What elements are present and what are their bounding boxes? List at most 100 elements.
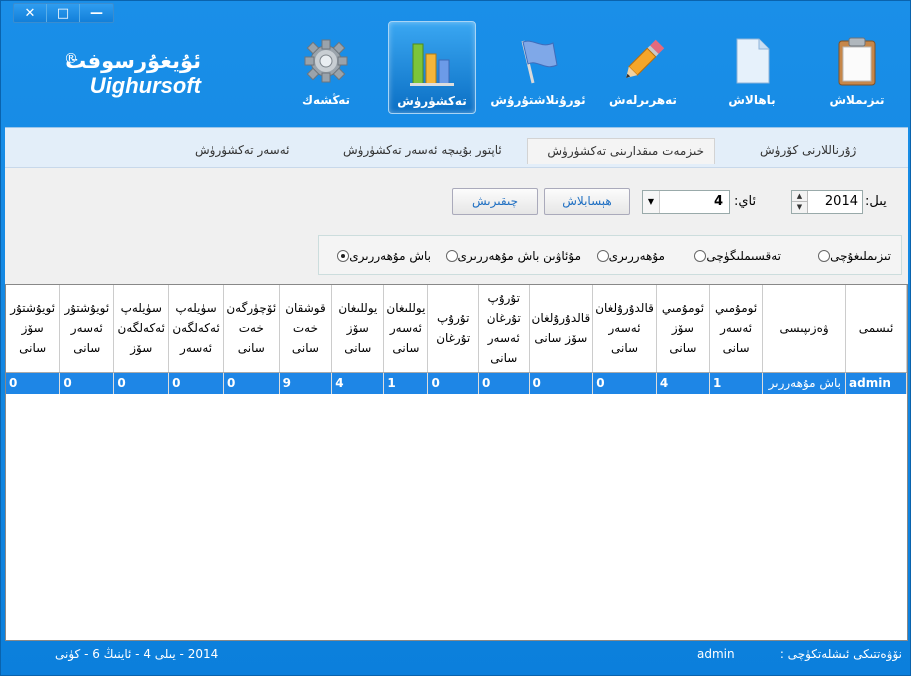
statistics-grid: ئويۇشتۇر سۆز سانى ئويۇشتۇر ئەسەر سانى سۈ… <box>6 285 907 394</box>
document-icon <box>727 35 777 87</box>
year-value: 2014 <box>824 194 858 209</box>
close-button[interactable]: ✕ <box>14 4 47 22</box>
radio-dot[interactable] <box>694 250 707 262</box>
toolbar-edit-label: تەھرىرلەش <box>609 93 677 107</box>
toolbar-evaluate-label: باھالاش <box>728 93 776 107</box>
radio-label: تىزىملىغۇچى <box>830 249 891 263</box>
logo-uyghur-text: ئۇيغۇرسوفت <box>65 49 201 73</box>
column-header[interactable]: ئىسمى <box>845 285 907 373</box>
gear-icon <box>301 35 351 87</box>
spin-down-icon[interactable]: ▼ <box>792 202 807 213</box>
column-header[interactable]: قالدۇرۇلغان ئەسەر سانى <box>592 285 657 373</box>
radio-distributor[interactable]: تەقسىملىگۈچى <box>688 249 781 263</box>
column-header[interactable]: تۇرۇپ تۇرغان <box>427 285 479 373</box>
minimize-button[interactable]: — <box>80 4 113 22</box>
toolbar-register-label: تىزىملاش <box>829 93 885 107</box>
column-header[interactable]: ئومۇمىي سۆز سانى <box>656 285 711 373</box>
role-radio-group: تىزىملىغۇچى تەقسىملىگۈچى مۇھەررىرى مۇئاۋ… <box>318 235 902 275</box>
table-cell: 0 <box>223 372 280 394</box>
table-cell: 0 <box>113 372 170 394</box>
month-label: ئاي: <box>734 194 757 209</box>
table-cell: 1 <box>383 372 429 394</box>
current-date: 2014 - يىلى 4 - ئاينىڭ 6 - كۈنى <box>55 647 219 661</box>
flag-icon <box>513 35 563 87</box>
toolbar-settings-label: تەڭشەك <box>302 93 350 107</box>
spin-up-icon[interactable]: ▲ <box>792 191 807 202</box>
radio-dot[interactable] <box>818 250 831 262</box>
toolbar-edit-button[interactable]: تەھرىرلەش <box>599 21 687 114</box>
current-user-value: admin <box>697 647 735 661</box>
table-cell: 0 <box>6 372 61 394</box>
radio-chief-editor[interactable]: باش مۇھەررىرى <box>331 249 431 263</box>
radio-editor[interactable]: مۇھەررىرى <box>591 249 665 263</box>
pencil-icon <box>618 35 668 87</box>
calculate-button[interactable]: ھېسابلاش <box>544 188 630 215</box>
window-controls: ✕ □ — <box>13 3 114 23</box>
radio-label: مۇھەررىرى <box>608 249 665 263</box>
toolbar-register-button[interactable]: تىزىملاش <box>813 21 901 114</box>
radio-label: مۇئاۋىن باش مۇھەررىرى <box>457 249 582 263</box>
table-cell: 4 <box>331 372 385 394</box>
year-label: يىل: <box>865 194 887 209</box>
radio-label: باش مۇھەررىرى <box>349 249 431 263</box>
main-panel: ژۇرناللارنى كۆرۈش خىزمەت مىقدارىنى تەكشۈ… <box>5 127 908 641</box>
subtab-bar: ژۇرناللارنى كۆرۈش خىزمەت مىقدارىنى تەكشۈ… <box>5 128 908 168</box>
export-button[interactable]: چىقىرىش <box>452 188 538 215</box>
tab-author-works-check[interactable]: ئاپتور بۇيىچە ئەسەر تەكشۈرۈش <box>333 138 512 164</box>
table-row[interactable]: 0 0 0 0 0 9 4 1 0 0 0 0 4 1 باش مۇھەررىر… <box>6 372 907 394</box>
table-cell: 0 <box>427 372 479 394</box>
radio-dot[interactable] <box>445 250 458 262</box>
column-header[interactable]: قوشقان خەت سانى <box>279 285 333 373</box>
radio-deputy-chief-editor[interactable]: مۇئاۋىن باش مۇھەررىرى <box>440 249 582 263</box>
table-header-row: ئويۇشتۇر سۆز سانى ئويۇشتۇر ئەسەر سانى سۈ… <box>6 285 907 373</box>
column-header[interactable]: سۈيلەپ ئەكەلگەن سۆز <box>113 285 170 373</box>
column-header[interactable]: ئويۇشتۇر سۆز سانى <box>6 285 61 373</box>
radio-dot-selected[interactable] <box>337 250 350 262</box>
column-header[interactable]: ۋەزىپىسى <box>762 285 847 373</box>
maximize-button[interactable]: □ <box>47 4 80 22</box>
current-user-label: نۆۋەتتىكى ئىشلەتكۈچى : <box>779 647 902 661</box>
table-cell-role: باش مۇھەررىر <box>762 372 847 394</box>
column-header[interactable]: سۈيلەپ ئەكەلگەن ئەسەر <box>168 285 224 373</box>
table-cell: 0 <box>59 372 115 394</box>
clipboard-icon <box>832 35 882 87</box>
table-cell: 0 <box>168 372 224 394</box>
column-header[interactable]: قالدۇرۇلغان سۆز سانى <box>529 285 594 373</box>
radio-label: تەقسىملىگۈچى <box>706 249 781 263</box>
toolbar-check-label: تەكشۈرۈش <box>397 94 467 108</box>
chevron-down-icon[interactable]: ▼ <box>643 191 660 213</box>
month-select[interactable]: ▼ 4 <box>642 190 730 214</box>
column-header[interactable]: ئويۇشتۇر ئەسەر سانى <box>59 285 115 373</box>
column-header[interactable]: يوللىغان ئەسەر سانى <box>383 285 429 373</box>
month-value: 4 <box>713 194 723 209</box>
column-header[interactable]: تۇرۇپ تۇرغان ئەسەر سانى <box>478 285 530 373</box>
toolbar-arrange-label: ئورۇنلاشتۇرۇش <box>490 93 586 107</box>
table-cell: 0 <box>592 372 657 394</box>
tab-view-logs[interactable]: ژۇرناللارنى كۆرۈش <box>750 138 866 164</box>
app-logo: ® ئۇيغۇرسوفت Uighursoft <box>61 49 201 99</box>
bar-chart-icon <box>407 36 457 88</box>
table-cell-name: admin <box>845 372 907 394</box>
table-cell: 4 <box>656 372 711 394</box>
table-cell: 0 <box>478 372 530 394</box>
table-cell: 9 <box>279 372 333 394</box>
table-cell: 1 <box>709 372 764 394</box>
app-window: ✕ □ — ® ئۇيغۇرسوفت Uighursoft تەڭشەك تەك… <box>0 0 911 676</box>
column-header[interactable]: ئومۇمىي ئەسەر سانى <box>709 285 764 373</box>
toolbar-evaluate-button[interactable]: باھالاش <box>708 21 796 114</box>
registered-mark: ® <box>64 51 78 67</box>
column-header[interactable]: يوللىغان سۆز سانى <box>331 285 385 373</box>
toolbar-check-button[interactable]: تەكشۈرۈش <box>388 21 476 114</box>
year-spinner[interactable]: ▲ ▼ 2014 <box>791 190 863 214</box>
radio-dot[interactable] <box>596 250 609 262</box>
year-spinner-arrows[interactable]: ▲ ▼ <box>792 191 808 213</box>
toolbar-arrange-button[interactable]: ئورۇنلاشتۇرۇش <box>490 21 586 114</box>
tab-workload-check[interactable]: خىزمەت مىقدارىنى تەكشۈرۈش <box>527 138 715 164</box>
logo-english-text: Uighursoft <box>89 73 201 98</box>
table-cell: 0 <box>529 372 594 394</box>
radio-registrar[interactable]: تىزىملىغۇچى <box>812 249 891 263</box>
column-header[interactable]: ئۆچۈرگەن خەت سانى <box>223 285 280 373</box>
toolbar-settings-button[interactable]: تەڭشەك <box>282 21 370 114</box>
status-bar: نۆۋەتتىكى ئىشلەتكۈچى : admin 2014 - يىلى… <box>5 641 908 673</box>
tab-works-check[interactable]: ئەسەر تەكشۈرۈش <box>185 138 300 164</box>
